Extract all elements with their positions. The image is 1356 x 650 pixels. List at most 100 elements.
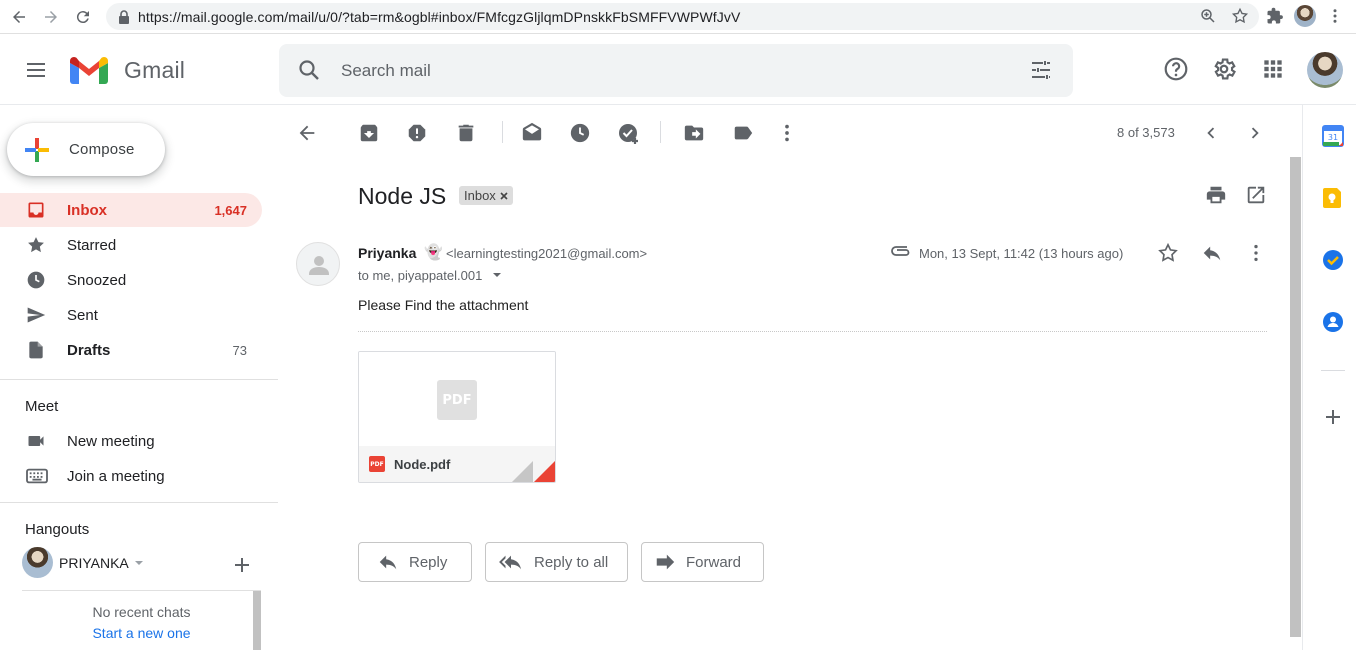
sender-emoji: 👻 — [424, 244, 443, 261]
sidebar-item-snoozed[interactable]: Snoozed — [0, 263, 262, 297]
forward-arrow-icon[interactable] — [36, 2, 66, 32]
sidebar-scrollbar[interactable] — [253, 591, 261, 650]
toolbar-separator — [660, 121, 661, 143]
open-in-new-window-icon[interactable] — [1245, 184, 1267, 206]
search-bar[interactable]: Search mail — [279, 44, 1073, 97]
sidebar-item-drafts[interactable]: Drafts 73 — [0, 333, 262, 367]
sidebar-item-sent[interactable]: Sent — [0, 298, 262, 332]
remove-label-close-icon[interactable] — [500, 191, 508, 200]
start-new-chat-link[interactable]: Start a new one — [22, 625, 261, 641]
browser-menu-icon[interactable] — [1326, 7, 1344, 25]
mark-unread-icon[interactable] — [521, 122, 543, 144]
attachment-preview: PDF — [359, 352, 555, 446]
default-person-icon — [309, 256, 329, 275]
attachment-paperclip-icon — [890, 244, 912, 258]
report-spam-icon[interactable] — [406, 122, 428, 144]
forward-arrow-icon — [656, 554, 675, 570]
back-arrow-icon[interactable] — [4, 2, 34, 32]
attachment-card[interactable]: PDF PDF Node.pdf — [358, 351, 556, 483]
delete-trash-icon[interactable] — [455, 122, 477, 144]
search-icon[interactable] — [297, 58, 321, 82]
hangouts-user-name: PRIYANKA — [59, 554, 129, 571]
sender-email: <learningtesting2021@gmail.com> — [446, 246, 648, 261]
main-menu-icon[interactable] — [24, 58, 48, 82]
email-subject: Node JS — [358, 183, 447, 209]
reply-label: Reply — [409, 553, 448, 571]
url-text: https://mail.google.com/mail/u/0/?tab=rm… — [138, 8, 741, 25]
sidebar-item-label: Inbox — [67, 202, 107, 219]
extensions-icon[interactable] — [1266, 7, 1284, 25]
settings-gear-icon[interactable] — [1211, 56, 1237, 82]
message-more-options-icon[interactable] — [1245, 242, 1267, 264]
compose-plus-icon — [25, 137, 49, 162]
sidebar-item-starred[interactable]: Starred — [0, 228, 262, 262]
sidebar-item-label: Drafts — [67, 342, 111, 359]
sidebar-item-label: Sent — [67, 307, 98, 324]
browser-profile-avatar[interactable] — [1294, 5, 1316, 27]
newer-chevron-left-icon[interactable] — [1200, 122, 1222, 144]
compose-button[interactable]: Compose — [7, 123, 165, 176]
gmail-wordmark[interactable]: Gmail — [124, 57, 185, 84]
help-icon[interactable] — [1163, 56, 1189, 82]
add-to-tasks-icon[interactable] — [617, 122, 641, 146]
clock-icon — [27, 271, 45, 289]
search-options-icon[interactable] — [1029, 58, 1053, 82]
reply-button[interactable]: Reply — [358, 542, 472, 582]
sender-avatar[interactable] — [296, 242, 340, 286]
sidebar-item-new-meeting[interactable]: New meeting — [0, 424, 262, 458]
contacts-icon[interactable] — [1322, 311, 1344, 333]
search-input[interactable]: Search mail — [341, 61, 431, 81]
sidebar-item-join-meeting[interactable]: Join a meeting — [0, 459, 262, 493]
print-icon[interactable] — [1205, 184, 1227, 206]
recipients-line[interactable]: to me, piyappatel.001 — [358, 268, 502, 283]
pagination-text: 8 of 3,573 — [1117, 125, 1175, 140]
sender-name[interactable]: Priyanka — [358, 245, 416, 261]
forward-button[interactable]: Forward — [641, 542, 764, 582]
archive-icon[interactable] — [358, 122, 380, 144]
inbox-label-chip[interactable]: Inbox — [459, 186, 513, 205]
show-details-chevron-down-icon[interactable] — [492, 270, 502, 280]
page-fold-shape — [511, 461, 533, 482]
more-options-icon[interactable] — [776, 122, 798, 144]
video-camera-icon — [28, 436, 44, 446]
reload-icon[interactable] — [68, 2, 98, 32]
tasks-icon[interactable] — [1322, 249, 1344, 271]
unread-count: 1,647 — [214, 203, 247, 218]
label-tag-icon[interactable] — [732, 122, 754, 144]
calendar-icon[interactable]: 31 — [1322, 125, 1344, 147]
reply-all-button[interactable]: Reply to all — [485, 542, 628, 582]
compose-label: Compose — [69, 141, 135, 158]
meet-section-title: Meet — [25, 398, 59, 415]
pdf-preview-icon: PDF — [437, 380, 477, 420]
hangouts-section-title: Hangouts — [25, 521, 90, 538]
sidebar-item-inbox[interactable]: Inbox 1,647 — [0, 193, 262, 227]
zoom-icon[interactable] — [1199, 7, 1217, 25]
keep-notes-icon[interactable] — [1322, 187, 1344, 209]
google-apps-icon[interactable] — [1260, 56, 1286, 82]
recipients-text: to me, piyappatel.001 — [358, 268, 483, 283]
main-scrollbar-thumb[interactable] — [1290, 157, 1301, 637]
sidebar-item-label: New meeting — [67, 433, 155, 450]
add-chat-plus-icon[interactable] — [234, 557, 250, 573]
account-avatar[interactable] — [1307, 52, 1343, 88]
chevron-down-icon[interactable] — [133, 557, 145, 569]
send-icon — [27, 307, 46, 323]
star-message-icon[interactable] — [1157, 242, 1179, 264]
pdf-file-icon: PDF — [369, 456, 385, 472]
snooze-clock-icon[interactable] — [569, 122, 591, 144]
address-bar[interactable]: https://mail.google.com/mail/u/0/?tab=rm… — [106, 3, 1259, 30]
bookmark-star-icon[interactable] — [1231, 7, 1249, 25]
reply-icon[interactable] — [1201, 242, 1223, 264]
older-chevron-right-icon[interactable] — [1244, 122, 1266, 144]
email-body: Please Find the attachment — [358, 297, 529, 313]
back-to-inbox-icon[interactable] — [296, 122, 318, 144]
reply-all-arrow-icon — [499, 555, 522, 570]
reply-arrow-icon — [379, 555, 397, 570]
hangouts-user[interactable]: PRIYANKA — [22, 547, 145, 578]
divider — [0, 502, 278, 503]
get-addons-plus-icon[interactable] — [1325, 409, 1341, 425]
move-to-icon[interactable] — [683, 122, 705, 144]
attachment-filename: Node.pdf — [394, 457, 451, 472]
gmail-logo-icon[interactable] — [68, 55, 110, 85]
email-date: Mon, 13 Sept, 11:42 (13 hours ago) — [919, 246, 1124, 261]
